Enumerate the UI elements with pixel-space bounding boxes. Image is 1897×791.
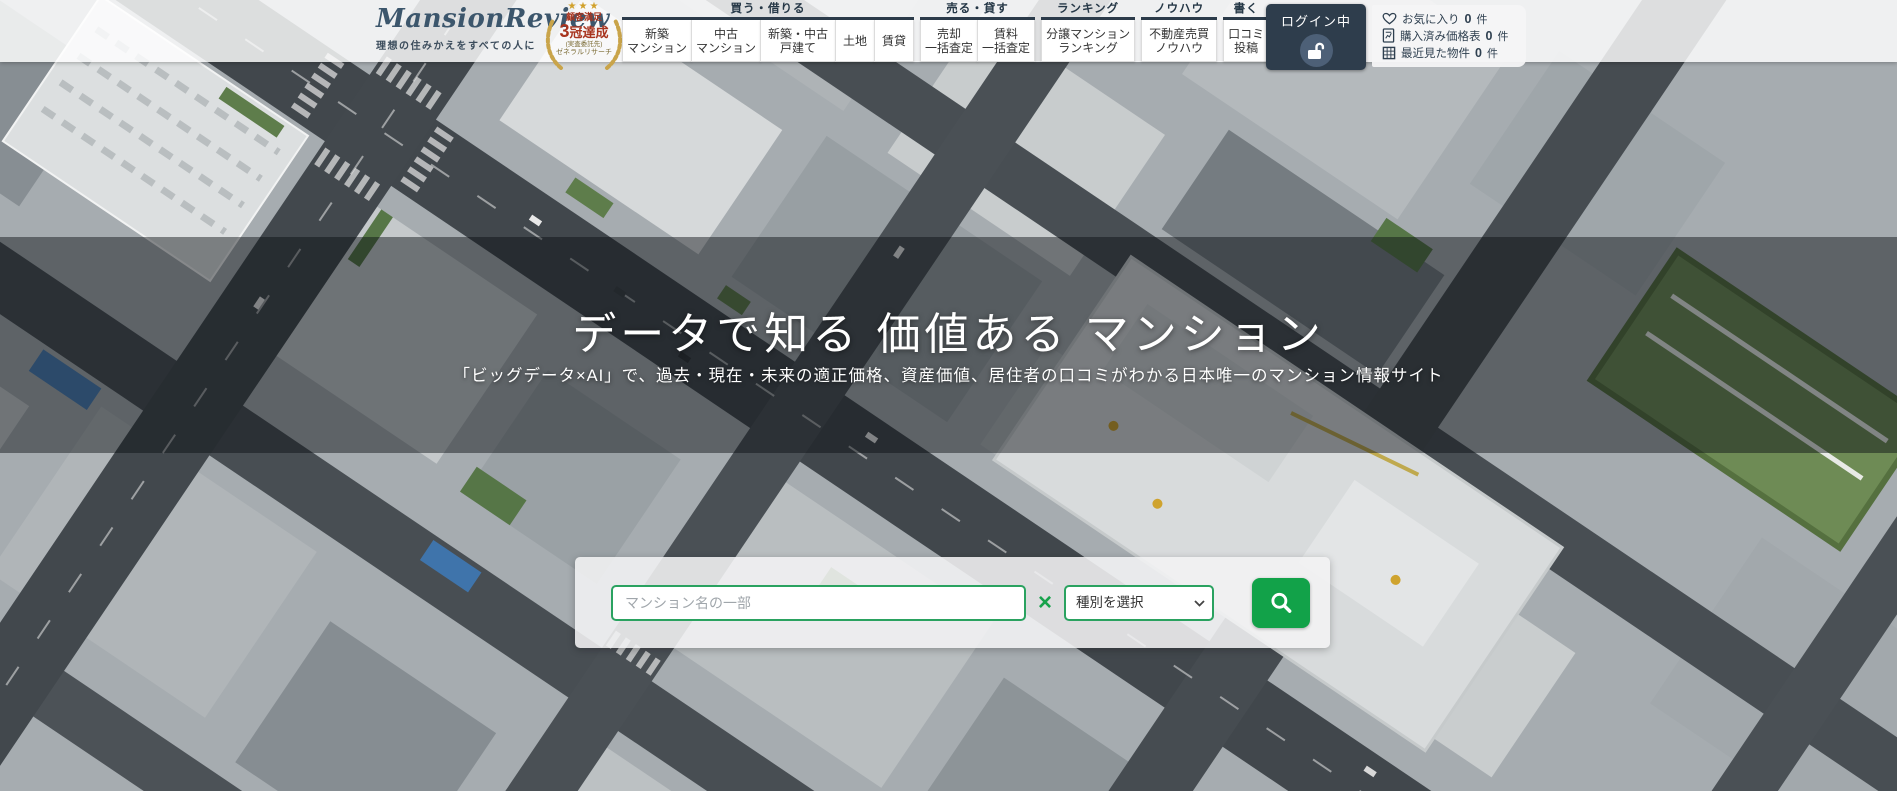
nav-group-knowhow-label: ノウハウ: [1141, 2, 1217, 16]
user-shortcuts-panel: お気に入り 0 件 購入済み価格表 0 件: [1372, 5, 1526, 67]
purchased-pricelist-label: 購入済み価格表: [1400, 28, 1481, 44]
hero-subtitle: 「ビッグデータ×AI」で、過去・現在・未来の適正価格、資産価値、居住者の口コミが…: [0, 362, 1897, 386]
unlock-icon: [1306, 42, 1326, 60]
nav-item-rental[interactable]: 賃貸: [874, 20, 914, 62]
nav-item-new-used-house[interactable]: 新築・中古 戸建て: [760, 20, 836, 62]
login-status-label: ログイン中: [1266, 11, 1366, 30]
nav-group-ranking: ランキング 分譲マンション ランキング: [1041, 2, 1135, 62]
city-aerial-background: [0, 0, 1897, 791]
nav-group-knowhow: ノウハウ 不動産売買 ノウハウ: [1141, 2, 1217, 62]
nav-item-realestate-knowhow[interactable]: 不動産売買 ノウハウ: [1141, 20, 1217, 62]
recent-properties-count: 0: [1475, 46, 1482, 60]
nav-item-used-mansion[interactable]: 中古 マンション: [691, 20, 761, 62]
heart-icon: [1382, 12, 1397, 25]
nav-item-review-post[interactable]: 口コミ 投稿: [1223, 20, 1269, 62]
magnifier-icon: [1268, 590, 1294, 616]
nav-group-buy-rent-label: 買う・借りる: [622, 2, 914, 16]
nav-group-ranking-label: ランキング: [1041, 2, 1135, 16]
mansion-name-input[interactable]: [611, 585, 1026, 621]
document-icon: [1382, 28, 1395, 43]
nav-item-sale-assessment[interactable]: 売却 一括査定: [920, 20, 978, 62]
building-icon: [1382, 46, 1396, 60]
nav-item-rent-assessment[interactable]: 賃料 一括査定: [977, 20, 1035, 62]
cross-separator-icon: ×: [1038, 585, 1052, 621]
mansion-review-homepage: データで知る 価値ある マンション 「ビッグデータ×AI」で、過去・現在・未来の…: [0, 0, 1897, 791]
search-panel: × 種別を選択: [575, 557, 1330, 648]
hero-title: データで知る 価値ある マンション: [0, 298, 1897, 362]
nav-group-buy-rent: 買う・借りる 新築 マンション 中古 マンション 新築・中古 戸建て: [622, 2, 914, 62]
nav-group-write-label: 書く: [1223, 2, 1269, 16]
property-type-select[interactable]: 種別を選択: [1064, 585, 1214, 621]
favorites-link[interactable]: お気に入り 0 件: [1382, 10, 1520, 27]
site-header: MansionReview 理想の住みかえをすべての人に ★★★ 顧客満足 3冠…: [0, 0, 1897, 62]
nav-group-write: 書く 口コミ 投稿: [1223, 2, 1269, 62]
recent-properties-label: 最近見た物件: [1401, 45, 1470, 61]
search-button[interactable]: [1252, 578, 1310, 628]
laurel-wreath-icon: [541, 8, 627, 70]
nav-item-land[interactable]: 土地: [835, 20, 875, 62]
main-nav: 買う・借りる 新築 マンション 中古 マンション 新築・中古 戸建て: [622, 2, 1269, 62]
award-badge: ★★★ 顧客満足 3冠達成 (実査委託先) ゼネラルリサーチ: [541, 1, 627, 73]
nav-group-sell-lease-label: 売る・貸す: [920, 2, 1035, 16]
login-status-button[interactable]: ログイン中: [1266, 4, 1366, 70]
favorites-label: お気に入り: [1402, 11, 1460, 27]
nav-item-mansion-ranking[interactable]: 分譲マンション ランキング: [1041, 20, 1135, 62]
nav-item-new-mansion[interactable]: 新築 マンション: [622, 20, 692, 62]
purchased-pricelist-link[interactable]: 購入済み価格表 0 件: [1382, 27, 1520, 44]
login-circle: [1300, 34, 1333, 67]
recent-properties-link[interactable]: 最近見た物件 0 件: [1382, 44, 1520, 61]
purchased-pricelist-count: 0: [1486, 29, 1493, 43]
nav-group-sell-lease: 売る・貸す 売却 一括査定 賃料 一括査定: [920, 2, 1035, 62]
favorites-count: 0: [1465, 12, 1472, 26]
